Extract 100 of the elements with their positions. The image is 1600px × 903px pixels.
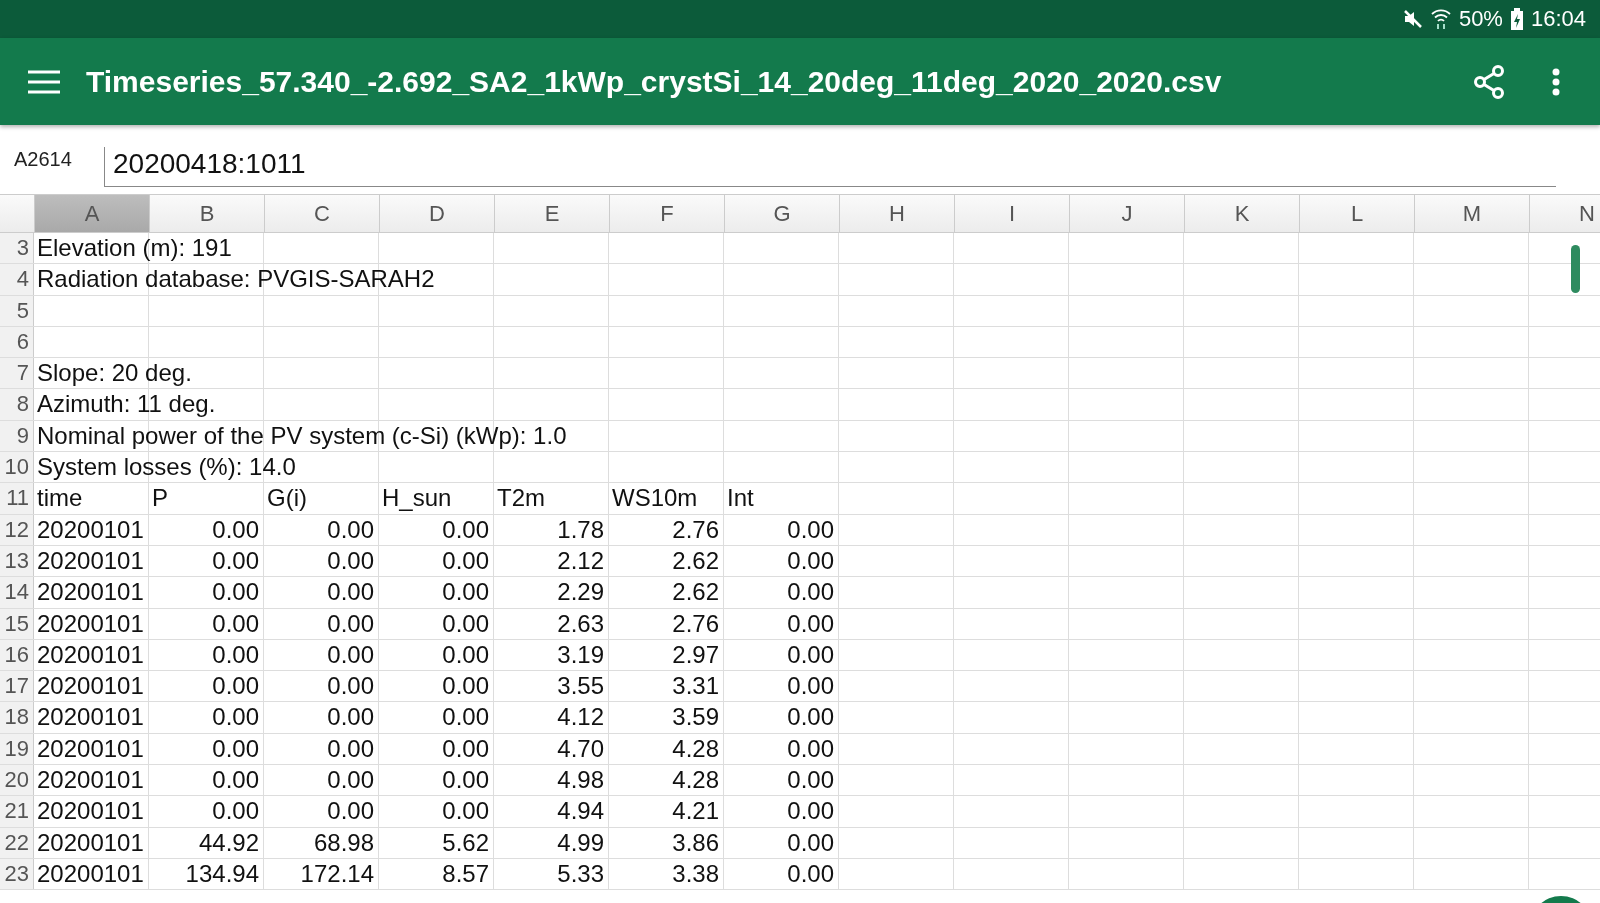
- table-cell: 0.00: [149, 671, 264, 702]
- table-cell: 0.00: [379, 671, 494, 702]
- table-cell: 20200101: [34, 514, 149, 545]
- table-cell: 0.00: [724, 733, 839, 765]
- column-header[interactable]: E: [495, 195, 610, 232]
- table-cell: 0.00: [264, 796, 379, 827]
- wifi-icon: [1430, 8, 1451, 30]
- table-cell: Radiation database: PVGIS-SARAH2: [37, 264, 435, 295]
- clock: 16:04: [1530, 6, 1586, 32]
- table-cell: 0.00: [379, 702, 494, 733]
- table-cell: 0.00: [724, 765, 839, 796]
- row-header[interactable]: 22: [0, 827, 34, 858]
- row-header[interactable]: 12: [0, 514, 34, 545]
- row-header[interactable]: 17: [0, 671, 34, 702]
- battery-icon: [1510, 8, 1523, 30]
- row-header[interactable]: 11: [0, 483, 34, 514]
- table-cell: Slope: 20 deg.: [37, 358, 192, 389]
- table-cell: 0.00: [379, 765, 494, 796]
- table-cell: 44.92: [149, 827, 264, 858]
- table-cell: 0.00: [149, 733, 264, 765]
- share-icon[interactable]: [1472, 64, 1506, 99]
- file-title: Timeseries_57.340_-2.692_SA2_1kWp_crystSi_14_20deg_11deg_2020_2020.csv: [86, 64, 1223, 99]
- row-header[interactable]: 20: [0, 765, 34, 796]
- row-header[interactable]: 21: [0, 796, 34, 827]
- table-cell: 0.00: [379, 733, 494, 765]
- table-cell: Elevation (m): 191: [37, 233, 232, 263]
- table-cell: 20200101: [34, 765, 149, 796]
- table-cell: 0.00: [264, 733, 379, 765]
- table-cell: 4.70: [494, 733, 609, 765]
- table-cell: 0.00: [264, 577, 379, 608]
- column-header[interactable]: D: [380, 195, 495, 232]
- row-header[interactable]: 3: [0, 233, 34, 264]
- table-cell: 2.76: [609, 514, 724, 545]
- column-header[interactable]: L: [1300, 195, 1415, 232]
- table-cell: 3.86: [609, 827, 724, 858]
- formula-field[interactable]: 20200418:1011: [104, 146, 1556, 187]
- column-header[interactable]: F: [610, 195, 725, 232]
- table-cell: 2.62: [609, 545, 724, 577]
- row-header[interactable]: 10: [0, 452, 34, 483]
- table-cell: 3.31: [609, 671, 724, 702]
- column-header[interactable]: M: [1415, 195, 1530, 232]
- table-cell: G(i): [264, 483, 379, 514]
- table-cell: 20200101: [34, 858, 149, 890]
- column-header[interactable]: I: [955, 195, 1070, 232]
- table-cell: Int: [724, 483, 839, 514]
- table-cell: 5.33: [494, 858, 609, 890]
- row-header[interactable]: 18: [0, 702, 34, 733]
- table-cell: 0.00: [264, 639, 379, 671]
- table-cell: 2.63: [494, 608, 609, 639]
- column-header[interactable]: K: [1185, 195, 1300, 232]
- row-header[interactable]: 6: [0, 326, 34, 358]
- table-cell: H_sun: [379, 483, 494, 514]
- table-cell: 0.00: [379, 608, 494, 639]
- table-cell: 20200101: [34, 733, 149, 765]
- row-header[interactable]: 14: [0, 577, 34, 608]
- table-cell: 0.00: [724, 514, 839, 545]
- table-cell: 0.00: [724, 827, 839, 858]
- table-cell: 2.97: [609, 639, 724, 671]
- column-header[interactable]: C: [265, 195, 380, 232]
- table-cell: 3.59: [609, 702, 724, 733]
- table-cell: 20200101: [34, 796, 149, 827]
- column-header[interactable]: A: [35, 195, 150, 232]
- row-header[interactable]: 15: [0, 608, 34, 639]
- table-cell: 5.62: [379, 827, 494, 858]
- table-cell: 0.00: [264, 702, 379, 733]
- column-header[interactable]: B: [150, 195, 265, 232]
- table-cell: 20200101: [34, 639, 149, 671]
- table-cell: 0.00: [264, 671, 379, 702]
- table-cell: 0.00: [149, 514, 264, 545]
- table-cell: 1.78: [494, 514, 609, 545]
- table-cell: 20200101: [34, 545, 149, 577]
- row-header[interactable]: 5: [0, 295, 34, 326]
- table-cell: 4.28: [609, 733, 724, 765]
- column-header[interactable]: N: [1530, 195, 1600, 232]
- table-cell: 4.98: [494, 765, 609, 796]
- table-cell: 0.00: [149, 577, 264, 608]
- column-header[interactable]: J: [1070, 195, 1185, 232]
- table-cell: 0.00: [264, 765, 379, 796]
- table-cell: 20200101: [34, 671, 149, 702]
- row-header[interactable]: 9: [0, 420, 34, 452]
- cell-reference: A2614: [14, 148, 73, 171]
- table-cell: 0.00: [149, 545, 264, 577]
- row-header[interactable]: 19: [0, 733, 34, 765]
- table-cell: 4.28: [609, 765, 724, 796]
- table-cell: 0.00: [264, 514, 379, 545]
- row-header[interactable]: 13: [0, 545, 34, 577]
- scrollbar-thumb[interactable]: [1571, 245, 1580, 293]
- table-cell: 0.00: [724, 639, 839, 671]
- table-cell: 0.00: [264, 545, 379, 577]
- table-cell: 0.00: [149, 608, 264, 639]
- row-header[interactable]: 23: [0, 858, 34, 890]
- row-header[interactable]: 4: [0, 264, 34, 295]
- column-header[interactable]: H: [840, 195, 955, 232]
- table-cell: 0.00: [379, 796, 494, 827]
- row-header[interactable]: 7: [0, 358, 34, 389]
- row-header[interactable]: 16: [0, 639, 34, 671]
- column-header[interactable]: G: [725, 195, 840, 232]
- menu-icon[interactable]: [28, 69, 60, 94]
- row-header[interactable]: 8: [0, 389, 34, 420]
- more-icon[interactable]: [1552, 67, 1560, 96]
